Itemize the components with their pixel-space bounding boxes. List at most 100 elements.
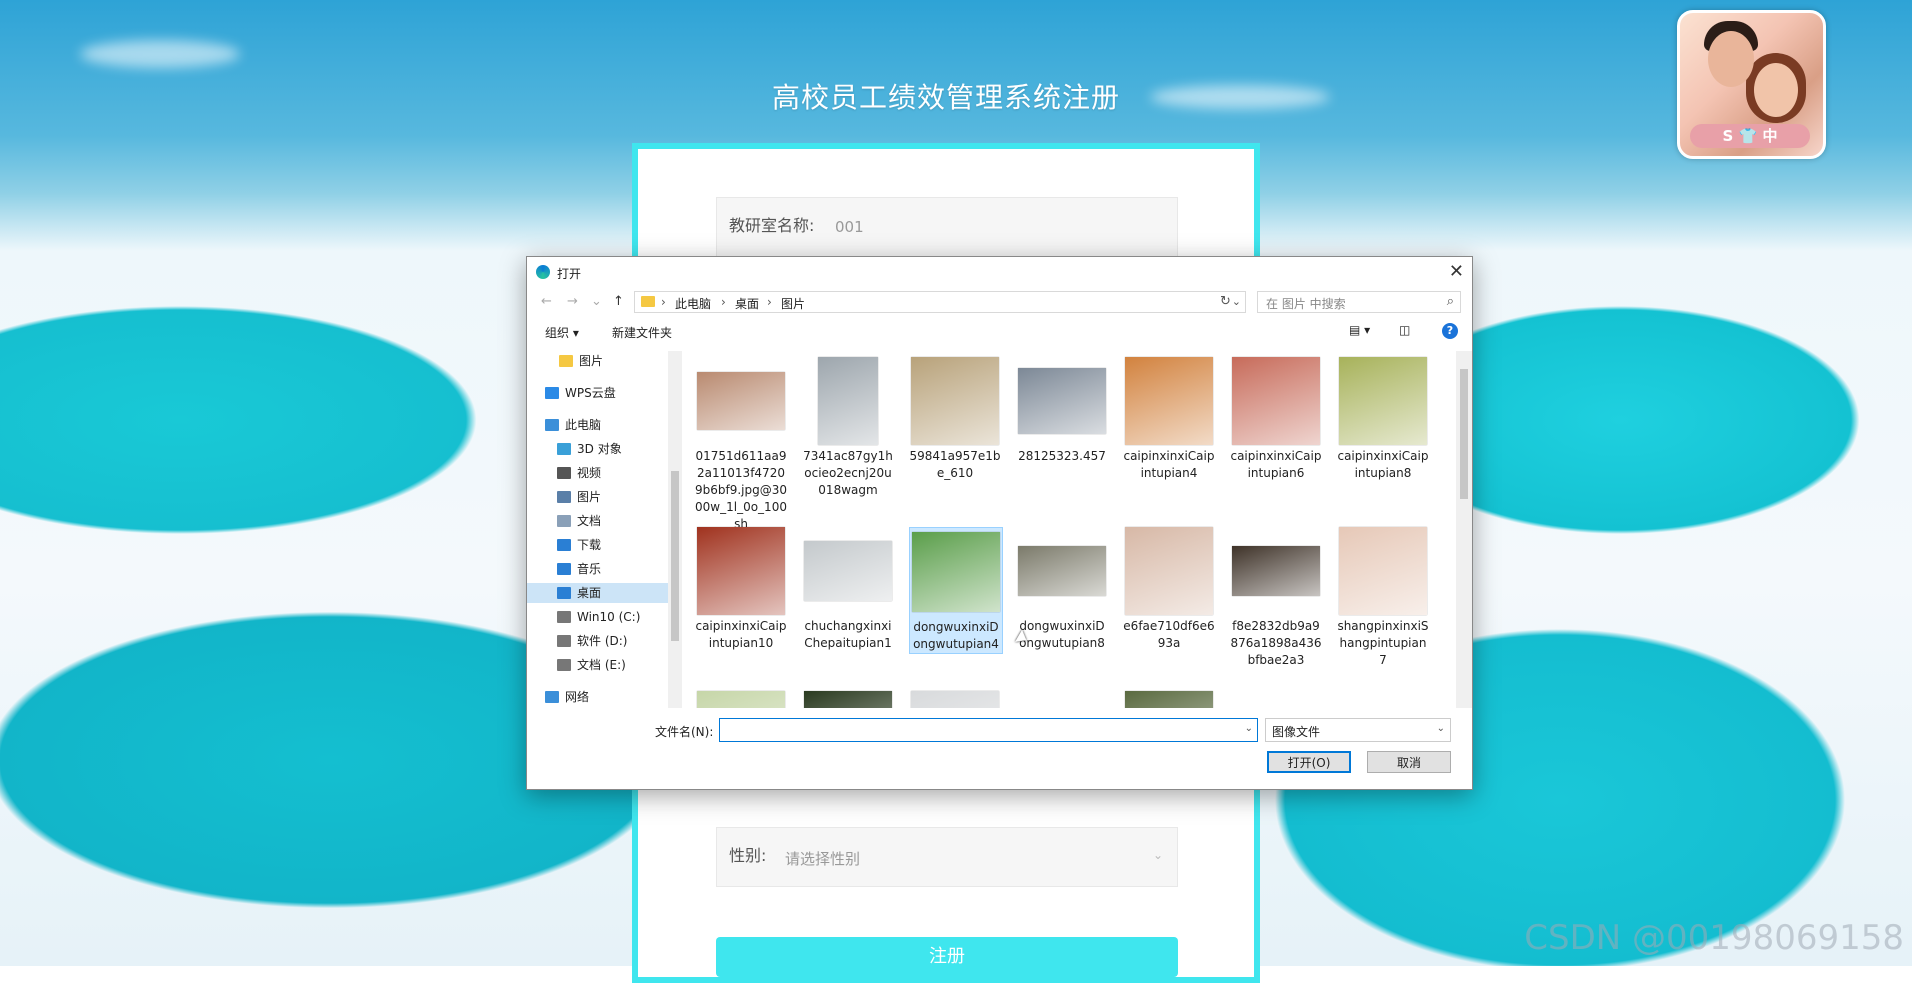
help-icon[interactable]: ? bbox=[1442, 323, 1458, 339]
nav-item[interactable]: 文档 bbox=[527, 511, 668, 531]
file-item[interactable]: caipinxinxiCaipintupian6 bbox=[1230, 357, 1322, 482]
filetype-select[interactable]: 图像文件 ⌄ bbox=[1265, 718, 1451, 742]
download-icon bbox=[557, 539, 571, 551]
file-thumbnail bbox=[697, 691, 785, 708]
new-folder-button[interactable]: 新建文件夹 bbox=[612, 324, 672, 341]
file-name: 01751d611aa92a11013f47209b6bf9.jpg@3000w… bbox=[695, 449, 788, 531]
nav-item[interactable]: 图片 bbox=[527, 351, 668, 371]
file-name: dongwuxinxiDongwutupian4 bbox=[913, 620, 999, 651]
cube-icon bbox=[557, 443, 571, 455]
file-item[interactable]: caipinxinxiCaipintupian10 bbox=[695, 527, 787, 652]
gender-select[interactable]: 性别: 请选择性别 ⌄ bbox=[716, 827, 1178, 887]
department-field[interactable]: 教研室名称: 001 bbox=[716, 197, 1178, 257]
file-name: dongwuxinxiDongwutupian8 bbox=[1019, 619, 1105, 650]
file-item[interactable]: dongwuxinxiDongwutupian4 bbox=[909, 527, 1003, 654]
gender-label: 性别: bbox=[729, 846, 767, 865]
nav-item[interactable]: 视频 bbox=[527, 463, 668, 483]
image-icon bbox=[1232, 357, 1320, 445]
file-item[interactable]: f8e2832db9a9876a1898a436bfbae2a3 bbox=[1230, 527, 1322, 669]
file-item[interactable]: 28125323.457 bbox=[1016, 357, 1108, 465]
nav-item[interactable]: 软件 (D:) bbox=[527, 631, 668, 651]
avatar-face bbox=[1708, 31, 1754, 87]
file-item[interactable]: 7341ac87gy1hocieo2ecnj20u018wagm bbox=[802, 357, 894, 499]
file-thumbnail bbox=[1232, 357, 1320, 445]
file-thumbnail bbox=[697, 357, 785, 445]
breadcrumb-desktop[interactable]: 桌面 bbox=[735, 295, 759, 312]
organize-menu[interactable]: 组织 ▾ bbox=[545, 324, 579, 341]
nav-item[interactable]: 下载 bbox=[527, 535, 668, 555]
close-icon[interactable]: ✕ bbox=[1449, 261, 1464, 282]
scrollbar-thumb[interactable] bbox=[671, 471, 679, 641]
file-thumbnail bbox=[697, 527, 785, 615]
nav-item[interactable]: 音乐 bbox=[527, 559, 668, 579]
view-options-icon[interactable]: ▤ ▾ bbox=[1349, 323, 1370, 337]
pictures-icon bbox=[557, 491, 571, 503]
recent-locations-icon[interactable]: ⌄ bbox=[591, 294, 602, 309]
nav-item-label: Win10 (C:) bbox=[577, 610, 641, 624]
nav-item-label: 图片 bbox=[579, 354, 604, 368]
search-box[interactable]: 在 图片 中搜索 ⌕ bbox=[1257, 291, 1461, 313]
file-item[interactable]: caipinxinxiCaipintupian4 bbox=[1123, 357, 1215, 482]
nav-item-label: 桌面 bbox=[577, 586, 602, 600]
file-name: 28125323.457 bbox=[1018, 449, 1106, 463]
file-item[interactable]: e6fae710df6e693a bbox=[1123, 527, 1215, 652]
breadcrumb-pc[interactable]: 此电脑 bbox=[675, 295, 711, 312]
file-thumbnail bbox=[804, 357, 892, 445]
file-item[interactable]: 01751d611aa92a11013f47209b6bf9.jpg@3000w… bbox=[695, 357, 787, 533]
image-icon bbox=[1018, 368, 1106, 434]
nav-item[interactable]: 桌面 bbox=[527, 583, 668, 603]
filename-label: 文件名(N): bbox=[655, 725, 714, 739]
nav-item[interactable]: 文档 (E:) bbox=[527, 655, 668, 675]
image-icon bbox=[1125, 527, 1213, 615]
breadcrumb-pictures[interactable]: 图片 bbox=[781, 295, 805, 312]
file-thumbnail bbox=[1125, 357, 1213, 445]
open-button[interactable]: 打开(O) bbox=[1267, 751, 1351, 773]
file-item[interactable] bbox=[802, 691, 894, 708]
nav-item[interactable]: Win10 (C:) bbox=[527, 607, 668, 627]
file-item[interactable]: shangpinxinxiShangpintupian7 bbox=[1337, 527, 1429, 669]
nav-item[interactable]: 3D 对象 bbox=[527, 439, 668, 459]
register-button[interactable]: 注册 bbox=[716, 937, 1178, 977]
nav-item-label: 图片 bbox=[577, 490, 602, 504]
file-item[interactable]: caipinxinxiCaipintupian8 bbox=[1337, 357, 1429, 482]
nav-item[interactable]: 网络 bbox=[527, 687, 668, 707]
nav-item[interactable]: 此电脑 bbox=[527, 415, 668, 435]
chevron-down-icon[interactable]: ⌄ bbox=[1245, 723, 1253, 734]
file-thumbnail bbox=[1339, 527, 1427, 615]
image-icon bbox=[1232, 546, 1320, 596]
file-item[interactable] bbox=[695, 691, 787, 708]
file-thumbnail bbox=[1018, 527, 1106, 615]
drive-icon bbox=[557, 659, 571, 671]
video-icon bbox=[557, 467, 571, 479]
file-item[interactable] bbox=[1123, 691, 1215, 708]
file-name: shangpinxinxiShangpintupian7 bbox=[1337, 619, 1429, 667]
nav-scrollbar[interactable] bbox=[668, 351, 682, 708]
chevron-down-icon: ⌄ bbox=[1152, 848, 1163, 862]
back-arrow-icon[interactable]: ← bbox=[541, 294, 552, 309]
address-bar[interactable]: › 此电脑 › 桌面 › 图片 ⌄ bbox=[634, 291, 1246, 313]
network-icon bbox=[545, 691, 559, 703]
image-icon bbox=[804, 691, 892, 708]
forward-arrow-icon[interactable]: → bbox=[567, 294, 578, 309]
user-avatar[interactable]: S 👕 中 bbox=[1677, 10, 1826, 159]
file-item[interactable]: 59841a957e1be_610 bbox=[909, 357, 1001, 482]
department-value[interactable]: 001 bbox=[835, 218, 864, 236]
file-name: caipinxinxiCaipintupian4 bbox=[1123, 449, 1215, 480]
file-scrollbar[interactable] bbox=[1456, 351, 1472, 708]
refresh-icon[interactable]: ↻ bbox=[1220, 294, 1231, 309]
chevron-down-icon[interactable]: ⌄ bbox=[1232, 295, 1241, 308]
scrollbar-thumb[interactable] bbox=[1460, 369, 1468, 499]
up-arrow-icon[interactable]: ↑ bbox=[613, 294, 624, 309]
filename-input[interactable]: ⌄ bbox=[719, 718, 1258, 742]
file-thumbnail bbox=[1018, 357, 1106, 445]
filetype-value: 图像文件 bbox=[1272, 725, 1321, 739]
image-icon bbox=[804, 541, 892, 601]
file-item[interactable] bbox=[909, 691, 1001, 708]
nav-item[interactable]: WPS云盘 bbox=[527, 383, 668, 403]
nav-item[interactable]: 图片 bbox=[527, 487, 668, 507]
document-icon bbox=[557, 515, 571, 527]
preview-pane-icon[interactable]: ◫ bbox=[1399, 323, 1410, 337]
file-item[interactable]: chuchangxinxiChepaitupian1 bbox=[802, 527, 894, 652]
avatar-face bbox=[1754, 63, 1798, 117]
cancel-button[interactable]: 取消 bbox=[1367, 751, 1451, 773]
